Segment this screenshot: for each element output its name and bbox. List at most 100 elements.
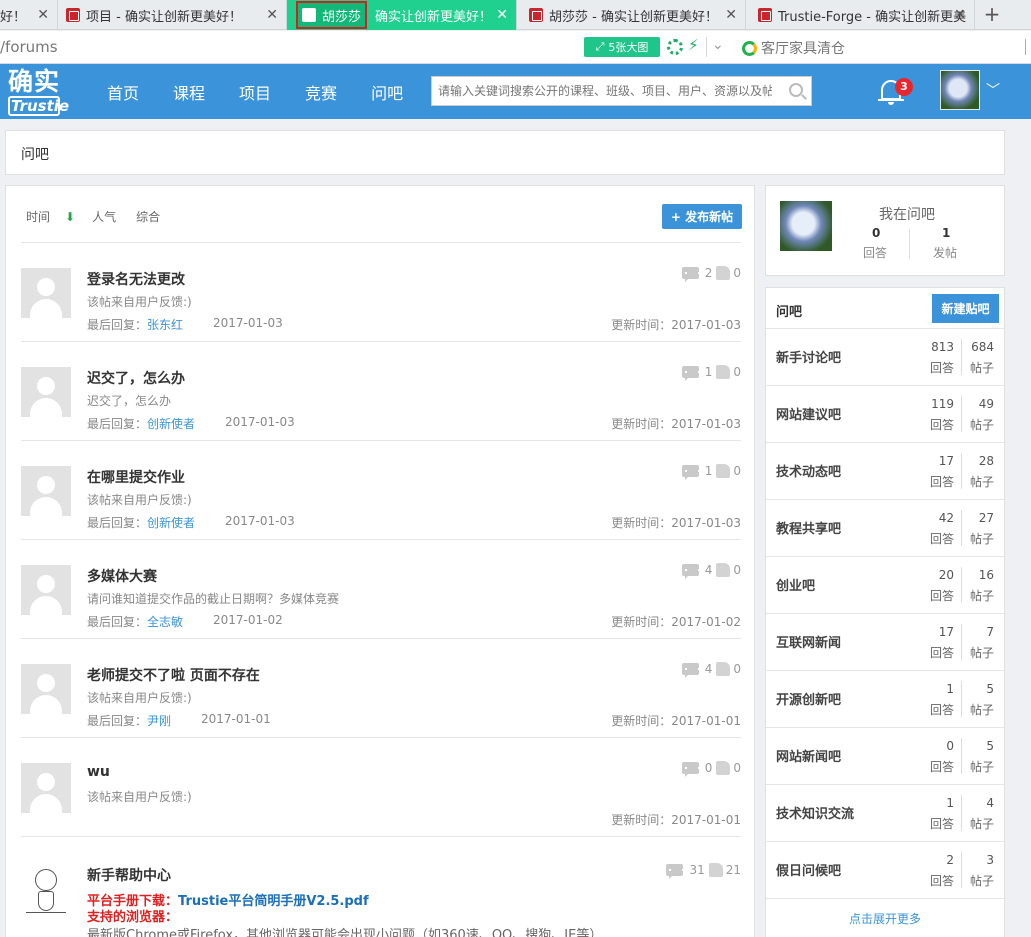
thumbs-up-icon[interactable] bbox=[716, 464, 731, 478]
avatar[interactable] bbox=[780, 201, 832, 251]
forum-name[interactable]: 开源创新吧 bbox=[776, 689, 841, 708]
forum-post-label: 帖子 bbox=[969, 646, 994, 660]
browser-tab-active[interactable]: 胡莎莎 确实让创新更美好！ ✕ bbox=[287, 0, 517, 30]
sort-overall[interactable]: 综合 bbox=[136, 208, 160, 225]
lightning-icon[interactable]: ⚡ bbox=[688, 36, 704, 54]
forum-row[interactable]: 技术知识交流 1 回答 4 帖子 bbox=[766, 784, 1004, 841]
my-answers-count[interactable]: 0 bbox=[872, 226, 880, 240]
post-excerpt: 请问谁知道提交作品的截止日期啊？多媒体竞赛 bbox=[87, 592, 340, 606]
supported-browsers: 支持的浏览器：最新版Chrome或Firefox，其他浏览器可能会出现小问题（如… bbox=[87, 910, 603, 937]
like-count: 0 bbox=[733, 662, 741, 676]
url-field[interactable]: /forums bbox=[0, 38, 58, 56]
browser-tab-3[interactable]: 胡莎莎 - 确实让创新更美好！ ✕ bbox=[517, 0, 746, 30]
browser-tab-1[interactable]: 项目 - 确实让创新更美好！ ✕ bbox=[58, 0, 287, 30]
reply-user-link[interactable]: 创新使者 bbox=[147, 516, 195, 530]
close-icon[interactable]: ✕ bbox=[496, 7, 508, 23]
close-icon[interactable]: ✕ bbox=[725, 7, 737, 23]
thumbs-up-icon[interactable] bbox=[716, 266, 731, 280]
forum-row[interactable]: 开源创新吧 1 回答 5 帖子 bbox=[766, 670, 1004, 727]
forum-row[interactable]: 技术动态吧 17 回答 28 帖子 bbox=[766, 442, 1004, 499]
user-avatar[interactable] bbox=[940, 70, 980, 110]
forum-name[interactable]: 技术动态吧 bbox=[776, 461, 841, 480]
avatar[interactable] bbox=[21, 466, 71, 516]
forum-name[interactable]: 新手讨论吧 bbox=[776, 347, 841, 366]
nav-forum[interactable]: 问吧 bbox=[371, 80, 403, 104]
reply-user-link[interactable]: 全志敏 bbox=[147, 615, 183, 629]
search-input[interactable] bbox=[432, 77, 772, 105]
thumbs-up-icon[interactable] bbox=[716, 563, 731, 577]
trustie-logo[interactable]: 确实 Trustie bbox=[8, 68, 69, 116]
forum-row[interactable]: 网站新闻吧 0 回答 5 帖子 bbox=[766, 727, 1004, 784]
avatar[interactable] bbox=[21, 367, 71, 417]
nav-courses[interactable]: 课程 bbox=[173, 80, 205, 104]
search-suggestion[interactable]: 客厅家具清仓 bbox=[742, 38, 845, 58]
forum-row[interactable]: 教程共享吧 42 回答 27 帖子 bbox=[766, 499, 1004, 556]
forum-name[interactable]: 创业吧 bbox=[776, 575, 815, 594]
manual-link[interactable]: Trustie平台简明手册V2.5.pdf bbox=[178, 894, 369, 909]
reply-user-link[interactable]: 张东红 bbox=[147, 318, 183, 332]
forum-name[interactable]: 技术知识交流 bbox=[776, 803, 854, 822]
post-title[interactable]: 登录名无法更改 bbox=[87, 269, 185, 289]
post-title[interactable]: 在哪里提交作业 bbox=[87, 467, 185, 487]
forum-reply-count: 0 bbox=[946, 739, 954, 753]
browser-tab-4[interactable]: Trustie-Forge - 确实让创新更美 ✕ bbox=[746, 0, 975, 30]
forum-name[interactable]: 假日问候吧 bbox=[776, 860, 841, 879]
new-forum-button[interactable]: 新建贴吧 bbox=[932, 294, 999, 323]
thumbs-up-icon[interactable] bbox=[716, 662, 731, 676]
chevron-down-icon[interactable]: ⌄ bbox=[712, 37, 724, 53]
close-icon[interactable]: ✕ bbox=[37, 7, 49, 23]
sort-bar: 时间 ⬇ 人气 综合 bbox=[26, 208, 172, 225]
aperture-icon[interactable] bbox=[667, 39, 683, 55]
avatar[interactable] bbox=[21, 565, 71, 615]
thumbs-up-icon[interactable] bbox=[716, 761, 731, 775]
nav-projects[interactable]: 项目 bbox=[239, 80, 271, 104]
thumbs-up-icon[interactable] bbox=[716, 365, 731, 379]
post-title[interactable]: wu bbox=[87, 764, 110, 780]
forum-name[interactable]: 教程共享吧 bbox=[776, 518, 841, 537]
close-icon[interactable]: ✕ bbox=[266, 7, 278, 23]
tab-title: 胡莎莎 - 确实让创新更美好！ bbox=[549, 9, 718, 25]
browser-tab-0[interactable]: 好！ ✕ bbox=[0, 0, 58, 30]
post-title[interactable]: 老师提交不了啦 页面不存在 bbox=[87, 665, 260, 685]
forum-name[interactable]: 网站新闻吧 bbox=[776, 746, 841, 765]
forum-name[interactable]: 互联网新闻 bbox=[776, 632, 841, 651]
tab-title: 项目 - 确实让创新更美好！ bbox=[86, 9, 242, 25]
avatar[interactable] bbox=[21, 763, 71, 813]
avatar[interactable] bbox=[21, 268, 71, 318]
post-title[interactable]: 多媒体大赛 bbox=[87, 566, 157, 586]
nav-contests[interactable]: 竞赛 bbox=[305, 80, 337, 104]
post-title[interactable]: 迟交了，怎么办 bbox=[87, 368, 185, 388]
forum-post-count: 3 bbox=[986, 853, 994, 867]
my-posts-count[interactable]: 1 bbox=[942, 226, 950, 240]
sort-time[interactable]: 时间 ⬇ bbox=[26, 208, 80, 225]
forum-row[interactable]: 互联网新闻 17 回答 7 帖子 bbox=[766, 613, 1004, 670]
comment-icon bbox=[681, 762, 700, 777]
trustie-favicon-icon bbox=[758, 8, 772, 22]
avatar[interactable] bbox=[21, 664, 71, 714]
sort-popular[interactable]: 人气 bbox=[92, 208, 116, 225]
reply-user-link[interactable]: 尹刚 bbox=[147, 714, 171, 728]
tab-title: 好！ bbox=[0, 9, 27, 25]
post-stats: 4 0 bbox=[681, 662, 741, 678]
close-icon[interactable]: ✕ bbox=[954, 7, 966, 23]
forum-reply-label: 回答 bbox=[929, 817, 954, 831]
reply-user-link[interactable]: 创新使者 bbox=[147, 417, 195, 431]
post-excerpt: 该帖来自用户反馈:) bbox=[87, 790, 192, 804]
forum-reply-label: 回答 bbox=[929, 589, 954, 603]
forum-row[interactable]: 创业吧 20 回答 16 帖子 bbox=[766, 556, 1004, 613]
chevron-down-icon[interactable]: ﹀ bbox=[986, 80, 1000, 100]
forum-row[interactable]: 新手讨论吧 813 回答 684 帖子 bbox=[766, 328, 1004, 385]
thumbs-up-icon[interactable] bbox=[708, 863, 723, 877]
show-more-link[interactable]: 点击展开更多 bbox=[766, 898, 1004, 937]
divider bbox=[909, 229, 910, 259]
forum-row[interactable]: 假日问候吧 2 回答 3 帖子 bbox=[766, 841, 1004, 898]
forum-row[interactable]: 网站建议吧 119 回答 49 帖子 bbox=[766, 385, 1004, 442]
help-title[interactable]: 新手帮助中心 bbox=[87, 865, 171, 885]
search-icon[interactable] bbox=[789, 83, 803, 97]
image-count-button[interactable]: ⤢ 5张大图 bbox=[584, 37, 660, 57]
new-tab-button[interactable]: + bbox=[978, 4, 1006, 26]
nav-home[interactable]: 首页 bbox=[107, 80, 139, 104]
new-post-button[interactable]: + 发布新帖 bbox=[662, 204, 742, 229]
forum-name[interactable]: 网站建议吧 bbox=[776, 404, 841, 423]
comment-count: 4 bbox=[704, 662, 713, 676]
